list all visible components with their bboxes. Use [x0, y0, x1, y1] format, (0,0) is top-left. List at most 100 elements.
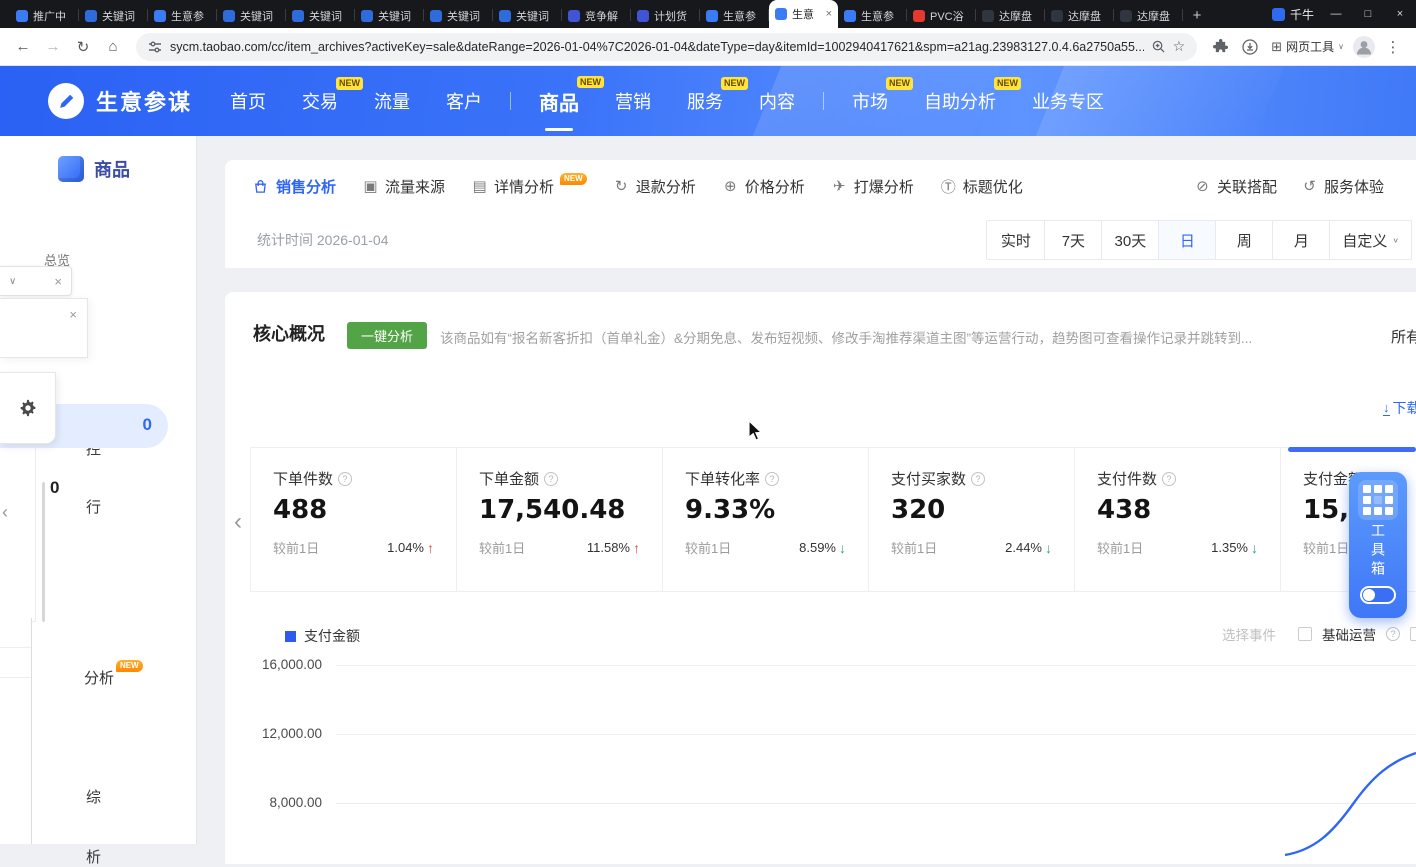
reload-icon[interactable]: ↻	[70, 34, 96, 60]
minimize-button[interactable]: —	[1320, 0, 1352, 28]
floating-panel[interactable]: ×	[0, 298, 88, 358]
webtools-menu[interactable]: ⊞ 网页工具 ∨	[1267, 38, 1348, 55]
tab-traffic-source[interactable]: ▣ 流量来源	[362, 176, 445, 197]
browser-menu-icon[interactable]: ⋮	[1380, 34, 1406, 60]
brand-title[interactable]: 生意参谋	[96, 85, 192, 117]
qianniu-window-chip[interactable]: 千牛	[1266, 0, 1320, 28]
tab-service-experience[interactable]: ↺ 服务体验	[1301, 176, 1384, 197]
info-icon[interactable]: ?	[338, 472, 352, 486]
chevron-left-icon[interactable]: ‹	[2, 502, 8, 523]
tab-refund-analysis[interactable]: ↻ 退款分析	[613, 176, 696, 197]
profile-avatar[interactable]	[1352, 35, 1376, 59]
nav-item[interactable]: 自助分析 NEW	[924, 88, 996, 114]
browser-tab[interactable]: PVC浴	[907, 3, 976, 28]
browser-tab[interactable]: 计划货	[631, 3, 700, 28]
nav-item[interactable]: 交易 NEW	[302, 88, 338, 114]
browser-tab[interactable]: 关键词	[424, 3, 493, 28]
browser-tab[interactable]: 竞争解	[562, 3, 631, 28]
new-tab-button[interactable]: +	[1183, 2, 1211, 28]
browser-tab[interactable]: 关键词	[286, 3, 355, 28]
clipped-checkbox[interactable]	[1410, 627, 1416, 641]
sidebar-item-fragment[interactable]: 行	[86, 496, 101, 517]
browser-tab[interactable]: 关键词	[79, 3, 148, 28]
metrics-scroll-left-icon[interactable]: ‹	[234, 508, 242, 536]
tab-related-match[interactable]: ⊘ 关联搭配	[1194, 176, 1277, 197]
sidebar-item-analysis[interactable]: 分析 NEW	[84, 667, 143, 688]
nav-item[interactable]: 营销	[615, 88, 651, 114]
tab-title-optimize[interactable]: Ⓣ 标题优化	[940, 176, 1023, 197]
select-event-label[interactable]: 选择事件	[1222, 624, 1276, 644]
home-icon[interactable]: ⌂	[100, 34, 126, 60]
nav-item[interactable]: 内容	[759, 88, 795, 114]
bookmark-star-icon[interactable]: ☆	[1173, 38, 1186, 55]
sidebar-item-fragment[interactable]: 析	[86, 846, 101, 867]
browser-tab[interactable]: 推广中	[10, 3, 79, 28]
date-range-button[interactable]: 周	[1215, 221, 1272, 259]
metric-card[interactable]: 下单金额 ? 17,540.48 较前1日 11.58% ↑	[456, 447, 663, 592]
nav-item[interactable]: 业务专区	[1032, 88, 1104, 114]
date-range-button[interactable]: 实时	[987, 221, 1044, 259]
browser-tab[interactable]: 生意参	[700, 3, 769, 28]
date-range-button[interactable]: 30天	[1101, 221, 1158, 259]
address-bar[interactable]: sycm.taobao.com/cc/item_archives?activeK…	[136, 33, 1197, 61]
info-icon[interactable]: ?	[544, 472, 558, 486]
toolbox-toggle[interactable]	[1360, 586, 1396, 604]
browser-tab[interactable]: 生意参	[838, 3, 907, 28]
browser-tab[interactable]: 达摩盘	[1114, 3, 1183, 28]
zoom-icon[interactable]	[1152, 40, 1165, 53]
sidebar-item-fragment[interactable]: 综	[86, 786, 101, 807]
nav-item[interactable]: 首页	[230, 88, 266, 114]
date-range-button[interactable]: 日	[1158, 221, 1215, 259]
nav-item[interactable]: 商品 NEW	[539, 87, 579, 116]
sidebar-scrollbar[interactable]	[42, 482, 45, 622]
gear-icon[interactable]	[19, 399, 37, 417]
download-link[interactable]: ↓ 下载	[1383, 398, 1416, 418]
info-icon[interactable]: ?	[1162, 472, 1176, 486]
close-icon[interactable]: ×	[54, 274, 62, 289]
metric-card[interactable]: 支付件数 ? 438 较前1日 1.35% ↓	[1074, 447, 1281, 592]
tab-boost-analysis[interactable]: ✈ 打爆分析	[831, 176, 914, 197]
info-icon[interactable]: ?	[765, 472, 779, 486]
browser-tab[interactable]: 达摩盘	[1045, 3, 1114, 28]
url-text[interactable]: sycm.taobao.com/cc/item_archives?activeK…	[170, 40, 1144, 54]
close-icon[interactable]: ×	[69, 307, 77, 322]
floating-panel-collapsed[interactable]: ∨ ×	[0, 266, 72, 296]
grid-row: 12,000.00	[252, 726, 1416, 795]
download-icon[interactable]	[1237, 34, 1263, 60]
browser-tab[interactable]: 关键词	[493, 3, 562, 28]
chevron-down-icon[interactable]: ∨	[9, 276, 16, 287]
one-click-analyze-button[interactable]: 一键分析	[347, 322, 427, 349]
browser-tab[interactable]: 关键词	[217, 3, 286, 28]
date-range-button[interactable]: 7天	[1044, 221, 1101, 259]
tab-close-icon[interactable]: ×	[826, 8, 832, 20]
date-range-button[interactable]: 自定义 ∨	[1329, 221, 1411, 259]
metric-card[interactable]: 下单转化率 ? 9.33% 较前1日 8.59% ↓	[662, 447, 869, 592]
nav-item[interactable]: 市场 NEW	[852, 88, 888, 114]
tab-price-analysis[interactable]: ⊕ 价格分析	[722, 176, 805, 197]
info-icon[interactable]: ?	[971, 472, 985, 486]
settings-panel[interactable]	[0, 372, 56, 444]
info-icon[interactable]: ?	[1386, 627, 1400, 641]
browser-tab[interactable]: 生意参	[148, 3, 217, 28]
extensions-icon[interactable]	[1207, 34, 1233, 60]
nav-item[interactable]: 流量	[374, 88, 410, 114]
metric-card[interactable]: 下单件数 ? 488 较前1日 1.04% ↑	[250, 447, 457, 592]
metric-card[interactable]: 支付买家数 ? 320 较前1日 2.44% ↓	[868, 447, 1075, 592]
date-range-button[interactable]: 月	[1272, 221, 1329, 259]
base-ops-checkbox[interactable]	[1298, 627, 1312, 641]
metrics-scrollbar[interactable]	[1288, 447, 1416, 452]
forward-icon[interactable]: →	[40, 34, 66, 60]
browser-tab[interactable]: 达摩盘	[976, 3, 1045, 28]
nav-item[interactable]: 客户	[446, 88, 482, 114]
close-window-button[interactable]: ×	[1384, 0, 1416, 28]
tab-sales-analysis[interactable]: 销售分析	[253, 176, 336, 197]
browser-tab[interactable]: 关键词	[355, 3, 424, 28]
tune-icon[interactable]	[148, 40, 162, 54]
sycm-logo[interactable]	[48, 83, 84, 119]
nav-item[interactable]: 服务 NEW	[687, 88, 723, 114]
toolbox-widget[interactable]: 工具箱	[1349, 472, 1407, 618]
back-icon[interactable]: ←	[10, 34, 36, 60]
tab-detail-analysis[interactable]: ▤ 详情分析 NEW	[471, 176, 587, 197]
browser-tab[interactable]: 生意 ×	[769, 0, 838, 28]
maximize-button[interactable]: □	[1352, 0, 1384, 28]
